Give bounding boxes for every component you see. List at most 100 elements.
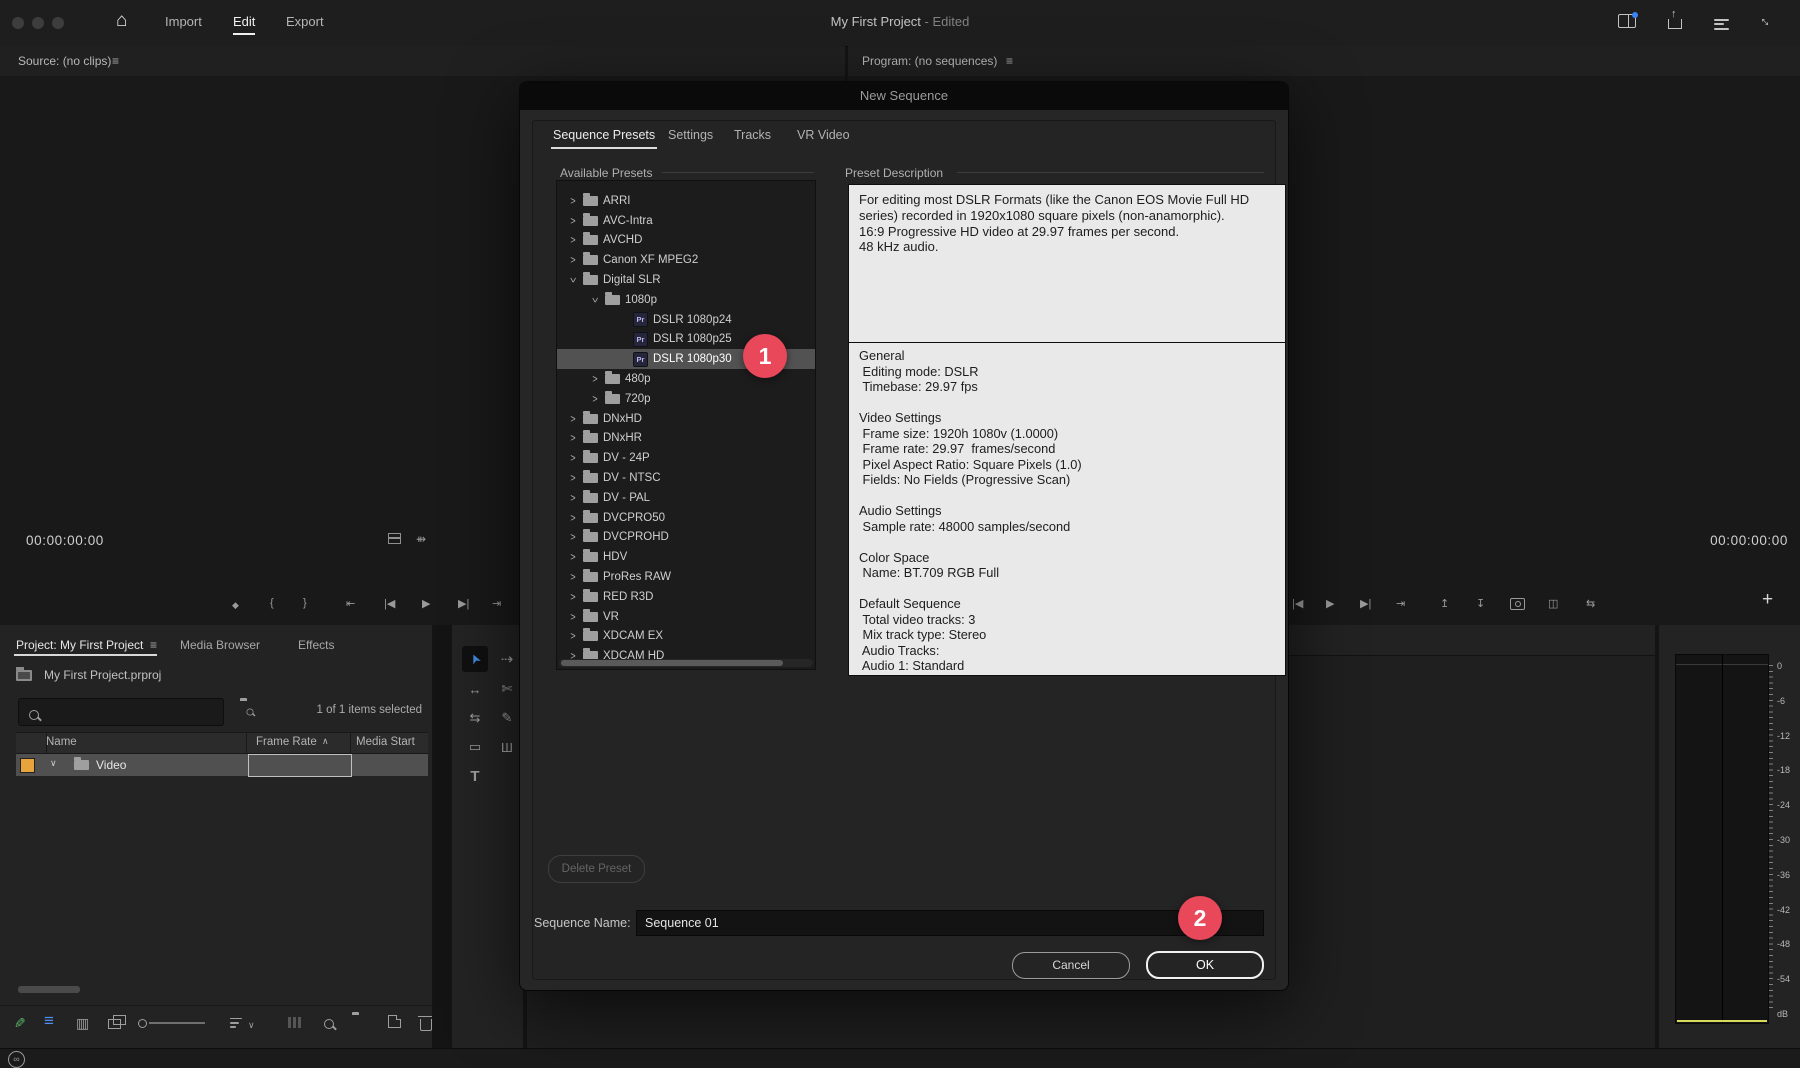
step-forward-icon[interactable]: ▶| [1360, 597, 1371, 610]
tree-item-arri[interactable]: > ARRI [557, 191, 815, 211]
type-tool[interactable]: T [462, 763, 488, 789]
column-frame-rate[interactable]: Frame Rate [256, 736, 317, 748]
add-marker-icon[interactable]: ◆ [232, 600, 239, 611]
chevron-right-icon[interactable]: > [567, 432, 579, 444]
nav-tab-import[interactable]: Import [165, 14, 202, 29]
new-item-icon[interactable] [388, 1015, 401, 1031]
freeform-view-icon[interactable] [108, 1015, 126, 1032]
tree-item-dv-24p[interactable]: > DV - 24P [557, 448, 815, 468]
ripple-edit-tool[interactable]: ↔ [462, 676, 488, 702]
creative-cloud-icon[interactable]: ∞ [8, 1051, 25, 1068]
tab-settings[interactable]: Settings [668, 128, 713, 142]
tree-item-dvcprohd[interactable]: > DVCPROHD [557, 528, 815, 548]
razor-tool[interactable]: ✄ [494, 676, 520, 702]
source-timecode[interactable]: 00:00:00:00 [26, 533, 104, 548]
chevron-right-icon[interactable]: > [567, 630, 579, 642]
tab-vr-video[interactable]: VR Video [797, 128, 850, 142]
tree-item-1080p[interactable]: >1080p [557, 290, 815, 310]
chevron-right-icon[interactable]: > [567, 492, 579, 504]
tree-item-dslr-1080p24[interactable]: Pr DSLR 1080p24 [557, 310, 815, 330]
tab-effects[interactable]: Effects [298, 638, 334, 652]
ok-button[interactable]: OK [1146, 951, 1264, 979]
step-back-icon[interactable]: |◀ [384, 597, 395, 610]
go-to-in-icon[interactable]: ⇤ [346, 597, 355, 610]
multicam-icon[interactable]: ⇆ [1586, 597, 1595, 610]
writable-pencil-icon[interactable]: ✎ [14, 1015, 26, 1032]
comparison-view-icon[interactable]: ◫ [1548, 597, 1558, 610]
chevron-right-icon[interactable]: > [567, 611, 579, 623]
track-select-forward-tool[interactable]: ⇢ [494, 646, 520, 672]
label-color-chip[interactable] [20, 758, 35, 773]
tree-item-avchd[interactable]: > AVCHD [557, 231, 815, 251]
chevron-right-icon[interactable]: > [567, 551, 579, 563]
play-icon[interactable]: ▶ [422, 597, 430, 610]
mark-in-icon[interactable]: { [270, 597, 274, 609]
tree-item-dv-ntsc[interactable]: > DV - NTSC [557, 468, 815, 488]
project-scrollbar-thumb[interactable] [18, 986, 80, 993]
sort-ascending-icon[interactable]: ∧ [322, 736, 329, 747]
workspaces-menu-icon[interactable] [1714, 16, 1729, 37]
chevron-right-icon[interactable]: > [567, 571, 579, 583]
chevron-right-icon[interactable]: > [567, 591, 579, 603]
column-media-start[interactable]: Media Start [356, 736, 415, 748]
tree-item-avc-intra[interactable]: > AVC-Intra [557, 211, 815, 231]
filmstrip-view-icon[interactable] [288, 1015, 303, 1031]
chevron-right-icon[interactable]: > [567, 472, 579, 484]
tree-item-dnxhr[interactable]: > DNxHR [557, 429, 815, 449]
program-panel-tab[interactable]: Program: (no sequences) [862, 54, 997, 68]
tree-item-prores-raw[interactable]: > ProRes RAW [557, 567, 815, 587]
chevron-right-icon[interactable]: > [567, 254, 579, 266]
delete-preset-button[interactable]: Delete Preset [548, 855, 645, 883]
quick-export-icon[interactable] [1668, 8, 1682, 34]
find-icon[interactable] [324, 1015, 334, 1032]
play-icon[interactable]: ▶ [1326, 597, 1334, 610]
workspace-icon[interactable] [1618, 12, 1638, 33]
sort-options-icon[interactable]: ∨ [230, 1015, 255, 1034]
tab-media-browser[interactable]: Media Browser [180, 638, 260, 652]
source-panel-tab[interactable]: Source: (no clips) [18, 54, 111, 68]
lift-icon[interactable]: ↥ [1440, 597, 1449, 610]
presets-tree[interactable]: > XDCAM HD > XDCAM EX > VR > RED R3D > ProRes RAW… [556, 180, 816, 670]
chevron-right-icon[interactable]: > [589, 393, 601, 405]
window-close-button[interactable] [12, 17, 24, 29]
selection-tool[interactable]: ➤ [462, 646, 488, 672]
tab-sequence-presets[interactable]: Sequence Presets [550, 128, 658, 149]
source-panel-menu-icon[interactable]: ≡ [112, 54, 119, 68]
chevron-right-icon[interactable]: > [567, 234, 579, 246]
mark-out-icon[interactable]: } [303, 597, 307, 609]
go-to-out-icon[interactable]: ⇥ [1396, 597, 1405, 610]
pen-tool[interactable]: ✎ [494, 705, 520, 731]
tree-item-720p[interactable]: >720p [557, 389, 815, 409]
slip-tool[interactable]: ⇆ [462, 705, 488, 731]
tree-item-vr[interactable]: > VR [557, 607, 815, 627]
find-in-project-icon[interactable] [240, 701, 262, 721]
step-forward-icon[interactable]: ▶| [458, 597, 469, 610]
program-timecode[interactable]: 00:00:00:00 [1710, 533, 1788, 548]
bin-row-video[interactable]: ∨ Video [16, 754, 428, 777]
tree-item-xdcam-ex[interactable]: > XDCAM EX [557, 627, 815, 647]
chevron-down-icon[interactable]: > [589, 294, 601, 306]
drag-video-audio-icon[interactable]: ⇻ [416, 532, 426, 546]
tab-project[interactable]: Project: My First Project [16, 638, 143, 652]
table-header[interactable]: Name Frame Rate ∧ Media Start [16, 732, 428, 754]
chevron-right-icon[interactable]: > [567, 413, 579, 425]
extract-icon[interactable]: ↧ [1476, 597, 1485, 610]
list-view-icon[interactable]: ≡ [44, 1011, 54, 1031]
tree-item-dvcpro50[interactable]: > DVCPRO50 [557, 508, 815, 528]
window-zoom-button[interactable] [52, 17, 64, 29]
cancel-button[interactable]: Cancel [1012, 952, 1130, 979]
tree-scrollbar[interactable] [559, 659, 813, 667]
tree-item-hdv[interactable]: > HDV [557, 547, 815, 567]
project-file-name[interactable]: My First Project.prproj [44, 668, 161, 682]
expand-chevron-icon[interactable]: ∨ [50, 758, 57, 769]
sequence-name-input[interactable]: Sequence 01 [636, 910, 1264, 936]
rectangle-tool[interactable]: ▭ [462, 734, 488, 760]
home-icon[interactable]: ⌂ [116, 10, 127, 32]
tree-item-dnxhd[interactable]: > DNxHD [557, 409, 815, 429]
window-minimize-button[interactable] [32, 17, 44, 29]
nav-tab-edit[interactable]: Edit [233, 14, 256, 35]
nav-tab-export[interactable]: Export [286, 14, 324, 29]
go-to-out-icon[interactable]: ⇥ [492, 597, 501, 610]
icon-view-icon[interactable]: ▥ [76, 1015, 89, 1032]
monitor-settings-icon[interactable] [388, 533, 401, 547]
